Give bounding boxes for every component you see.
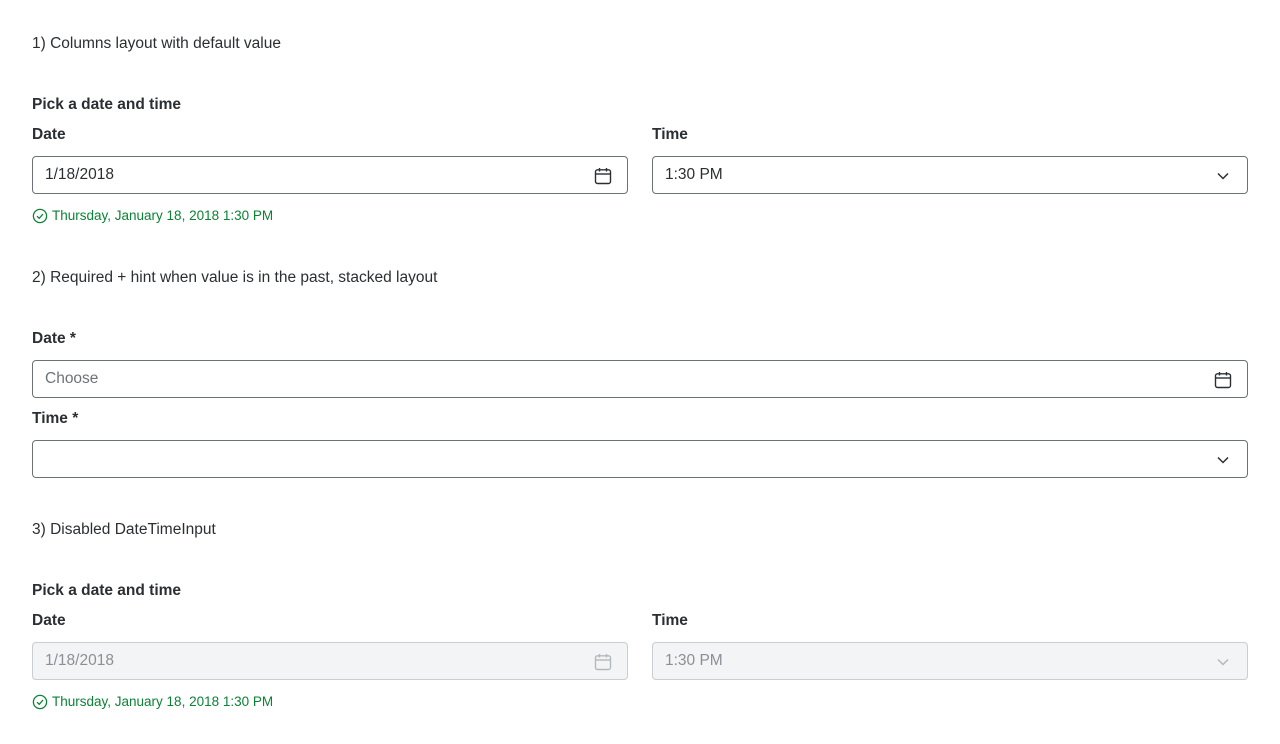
section-2-date-placeholder: Choose	[45, 370, 99, 387]
check-circle-icon	[32, 208, 48, 224]
calendar-icon[interactable]	[593, 166, 613, 186]
section-1-title: 1) Columns layout with default value	[32, 35, 281, 52]
chevron-down-icon	[1213, 450, 1233, 470]
section-3-date-value: 1/18/2018	[45, 652, 114, 669]
section-3-time-label: Time	[652, 612, 688, 629]
section-2-title: 2) Required + hint when value is in the …	[32, 269, 438, 286]
section-1-date-value: 1/18/2018	[45, 166, 114, 183]
section-2-time-label: Time *	[32, 410, 79, 427]
section-1-time-label: Time	[652, 126, 688, 143]
section-1-time-value: 1:30 PM	[665, 166, 723, 183]
chevron-down-icon	[1213, 652, 1233, 672]
section-2-date-input[interactable]: Choose	[32, 360, 1248, 398]
section-1-time-select[interactable]: 1:30 PM	[652, 156, 1248, 194]
section-1-message-text: Thursday, January 18, 2018 1:30 PM	[52, 208, 274, 223]
section-3-time-value: 1:30 PM	[665, 652, 723, 669]
section-2-date-label: Date *	[32, 330, 76, 347]
section-1-success-message: Thursday, January 18, 2018 1:30 PM	[32, 208, 273, 224]
section-1-legend: Pick a date and time	[32, 96, 182, 113]
section-3-date-label: Date	[32, 612, 66, 629]
page: 1) Columns layout with default value Pic…	[0, 0, 1280, 744]
section-3-date-input: 1/18/2018	[32, 642, 628, 680]
section-1-date-input[interactable]: 1/18/2018	[32, 156, 628, 194]
section-3-time-select: 1:30 PM	[652, 642, 1248, 680]
section-2-time-select[interactable]	[32, 440, 1248, 478]
calendar-icon	[593, 652, 613, 672]
section-3-message-text: Thursday, January 18, 2018 1:30 PM	[52, 694, 274, 709]
calendar-icon[interactable]	[1213, 370, 1233, 390]
section-3-title: 3) Disabled DateTimeInput	[32, 521, 216, 538]
section-3-legend: Pick a date and time	[32, 582, 182, 599]
section-3-success-message: Thursday, January 18, 2018 1:30 PM	[32, 694, 273, 710]
section-1-date-label: Date	[32, 126, 66, 143]
check-circle-icon	[32, 694, 48, 710]
chevron-down-icon	[1213, 166, 1233, 186]
